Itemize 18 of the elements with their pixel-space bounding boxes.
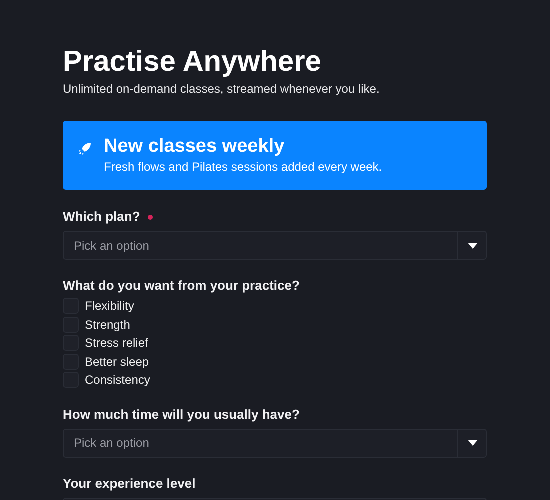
checkbox-label: Strength [85,318,130,332]
select-field[interactable]: Pick an option [63,231,487,260]
page-title: Practise Anywhere [63,45,322,80]
caret-icon [468,242,478,248]
checkbox-label: Stress relief [85,336,148,350]
checkbox-label: Better sleep [85,354,150,369]
checkbox-label: Consistency [85,373,150,388]
banner-text: Fresh flows and Pilates sessions added every week. [104,160,382,174]
banner-title: New classes weekly [104,136,286,158]
caret-icon [468,440,478,446]
field-label: How much time will you usually have? [63,406,300,422]
field-label: Your experience level [63,476,196,492]
field-label: What do you want from your practice? [63,278,300,294]
checkbox-label: Flexibility [85,299,134,314]
field-label: Which plan? [63,209,140,225]
rocket-icon [77,141,93,157]
page-subtitle: Unlimited on-demand classes, streamed whenever you like. [63,82,381,96]
select-field[interactable]: Pick an option [63,428,487,458]
